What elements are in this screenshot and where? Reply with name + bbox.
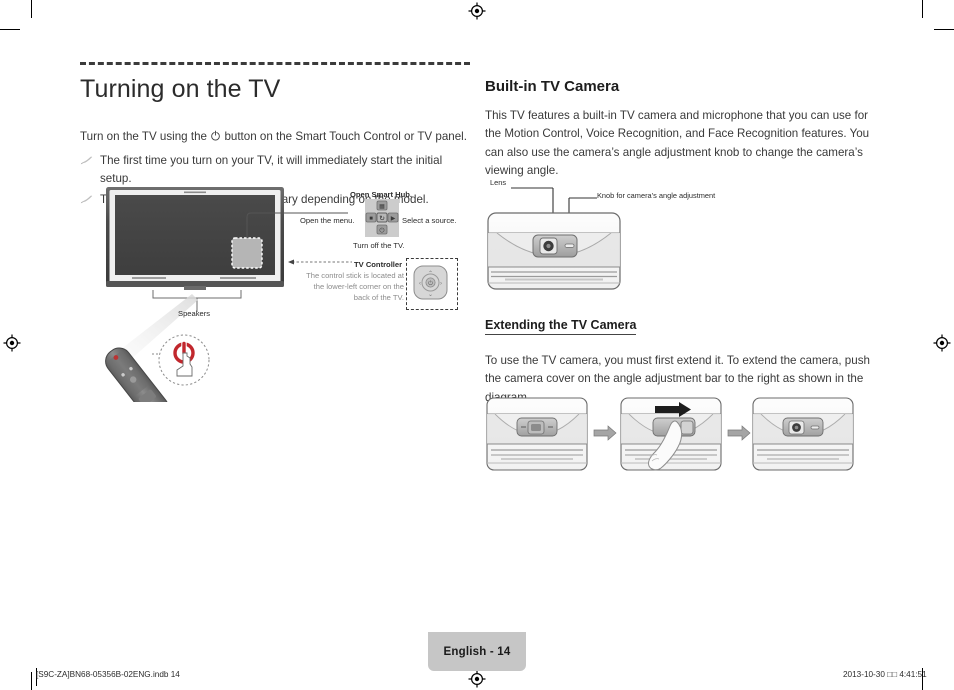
intro-paragraph: Turn on the TV using the button on the S… bbox=[80, 128, 470, 145]
intro-text-after: button on the Smart Touch Control or TV … bbox=[224, 130, 467, 143]
subsection-title-extending-tv-camera: Extending the TV Camera bbox=[485, 318, 637, 335]
svg-text:▦: ▦ bbox=[379, 204, 385, 210]
page-badge: English - 14 bbox=[428, 632, 526, 671]
camera-step-3 bbox=[752, 397, 854, 471]
camera-step-2 bbox=[620, 397, 722, 471]
footer-rule-right bbox=[922, 668, 923, 686]
right-column: Built-in TV Camera This TV features a bu… bbox=[485, 78, 875, 190]
crop-mark-top-left-v bbox=[31, 0, 32, 18]
section-title-built-in-tv-camera: Built-in TV Camera bbox=[485, 78, 620, 95]
svg-text:‹: ‹ bbox=[419, 281, 421, 287]
svg-text:▶: ▶ bbox=[391, 216, 396, 222]
camera-label-knob: Knob for camera’s angle adjustment bbox=[597, 191, 716, 200]
callout-open-the-menu: Open the menu. bbox=[300, 216, 355, 225]
registration-mark-icon bbox=[468, 670, 486, 688]
crop-mark-top-left-h bbox=[0, 29, 20, 30]
intro-text-before: Turn on the TV using the bbox=[80, 130, 207, 143]
callout-tv-controller-desc: The control stick is located at the lowe… bbox=[306, 271, 404, 302]
power-button-detail bbox=[152, 334, 210, 386]
callout-turn-off-the-tv: Turn off the TV. bbox=[353, 241, 405, 250]
title-dashed-rule bbox=[80, 62, 470, 65]
arrow-right-icon bbox=[593, 425, 617, 441]
callout-tv-controller: TV Controller bbox=[354, 260, 403, 269]
footer-timestamp: 2013-10-30 □□ 4:41:51 bbox=[843, 670, 927, 679]
section-body-built-in-tv-camera: This TV features a built-in TV camera an… bbox=[485, 109, 870, 177]
svg-text:↻: ↻ bbox=[379, 216, 385, 223]
svg-text:⌄: ⌄ bbox=[428, 292, 433, 298]
pencil-note-icon bbox=[80, 154, 93, 171]
callout-select-a-source: Select a source. bbox=[402, 216, 457, 225]
page-title: Turning on the TV bbox=[80, 75, 281, 103]
dpad-diagram: ▦ ■ ↻ ▶ ⏻ bbox=[365, 199, 399, 237]
crop-mark-top-right-v bbox=[922, 0, 923, 18]
callout-speakers: Speakers bbox=[178, 309, 211, 318]
footer-filename: [S9C-ZA]BN68-05356B-02ENG.indb 14 bbox=[36, 670, 180, 679]
crop-mark-bottom-left-v bbox=[31, 672, 32, 690]
svg-text:›: › bbox=[440, 281, 442, 287]
camera-step-1 bbox=[486, 397, 588, 471]
registration-mark-icon bbox=[468, 2, 486, 20]
tv-controller-callout-box: ⏻ ⌃ ⌄ ‹ › bbox=[406, 258, 458, 310]
camera-body bbox=[487, 212, 621, 290]
registration-mark-icon bbox=[3, 334, 21, 352]
arrow-right-icon bbox=[727, 425, 751, 441]
registration-mark-icon bbox=[933, 334, 951, 352]
camera-label-lens: Lens bbox=[490, 178, 507, 187]
svg-text:■: ■ bbox=[369, 216, 373, 222]
touchpad-highlight bbox=[231, 237, 263, 269]
power-icon bbox=[210, 129, 221, 141]
svg-text:⏻: ⏻ bbox=[379, 228, 384, 235]
camera-extension-steps-diagram bbox=[485, 396, 855, 474]
crop-mark-top-right-h bbox=[934, 29, 954, 30]
svg-text:⌃: ⌃ bbox=[428, 270, 433, 277]
svg-text:⏻: ⏻ bbox=[428, 280, 433, 287]
